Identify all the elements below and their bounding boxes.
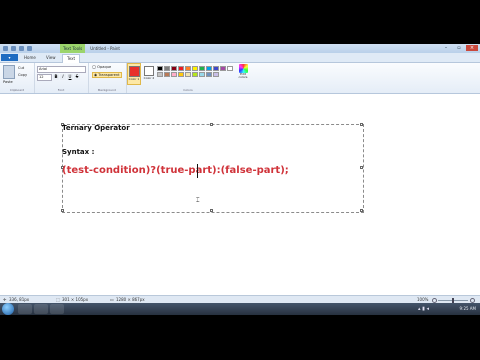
resize-handle[interactable] <box>360 123 363 126</box>
color2-button[interactable]: Color 2 <box>143 63 155 85</box>
tab-text[interactable]: Text <box>62 54 81 63</box>
palette-swatch[interactable] <box>164 72 170 77</box>
ibeam-cursor-icon: ⌶ <box>196 197 200 204</box>
palette-swatch[interactable] <box>171 72 177 77</box>
palette-swatch[interactable] <box>192 72 198 77</box>
color1-label: Color 1 <box>128 77 140 81</box>
font-family-select[interactable]: Arial <box>37 66 86 73</box>
taskbar: ▴ ▮ ◂ 9:25 AM <box>0 303 480 315</box>
palette-swatch[interactable] <box>206 66 212 71</box>
palette-swatch[interactable] <box>213 72 219 77</box>
clipboard-group-label: Clipboard <box>9 88 25 92</box>
paste-label[interactable]: Paste <box>3 80 13 84</box>
palette-swatch[interactable] <box>220 66 226 71</box>
font-style-buttons: B I U S <box>53 74 81 80</box>
code-text: (test-condition)?(true-part):(false-part… <box>62 165 289 176</box>
opaque-label: Opaque <box>97 65 112 69</box>
redo-icon[interactable] <box>27 46 32 51</box>
resize-handle[interactable] <box>360 209 363 212</box>
ribbon-tab-row: ▾ Home View Text <box>0 53 480 63</box>
media-player-taskbar-icon[interactable] <box>34 304 48 314</box>
file-menu-button[interactable]: ▾ <box>1 54 18 61</box>
explorer-taskbar-icon[interactable] <box>18 304 32 314</box>
resize-handle[interactable] <box>360 166 363 169</box>
cut-button[interactable]: Cut <box>18 66 24 70</box>
save-icon[interactable] <box>11 46 16 51</box>
palette-swatch[interactable] <box>157 72 163 77</box>
color1-swatch <box>128 66 140 77</box>
font-group-label: Font <box>57 88 65 92</box>
underline-icon[interactable]: U <box>67 74 73 80</box>
edit-colors-button[interactable]: Edit colors <box>236 63 250 85</box>
palette-swatch[interactable] <box>185 66 191 71</box>
clipboard-group: Paste Cut Copy Clipboard <box>0 63 35 93</box>
heading-text: Ternary Operator <box>62 124 130 132</box>
resize-handle[interactable] <box>61 209 64 212</box>
palette-swatch[interactable] <box>199 66 205 71</box>
colors-group-label: Colors <box>183 88 193 92</box>
palette-swatch[interactable] <box>199 72 205 77</box>
edit-colors-label: Edit colors <box>238 72 248 79</box>
text-tools-label: Text Tools <box>60 44 86 53</box>
transparent-label: Transparent <box>98 73 120 77</box>
color1-button[interactable]: Color 1 <box>127 63 141 85</box>
tab-home[interactable]: Home <box>20 54 40 62</box>
tab-view[interactable]: View <box>42 54 60 62</box>
title-bar: Text Tools Untitled - Paint – ▫ × <box>0 44 480 53</box>
window-title: Untitled - Paint <box>90 46 120 51</box>
text-cursor <box>197 164 198 178</box>
palette-swatch[interactable] <box>192 66 198 71</box>
italic-icon[interactable]: I <box>60 74 66 80</box>
ribbon: Paste Cut Copy Clipboard Arial 12 B I U … <box>0 63 480 94</box>
taskbar-clock: 9:25 AM <box>459 306 476 311</box>
copy-button[interactable]: Copy <box>18 73 27 77</box>
resize-handle[interactable] <box>210 123 213 126</box>
syntax-label: Syntax : <box>62 148 95 156</box>
bold-icon[interactable]: B <box>53 74 59 80</box>
tray-icons[interactable]: ▴ ▮ ◂ <box>418 306 429 312</box>
palette-swatch[interactable] <box>178 72 184 77</box>
strikethrough-icon[interactable]: S <box>74 74 80 80</box>
color2-label: Color 2 <box>143 76 155 80</box>
close-button[interactable]: × <box>466 45 478 51</box>
maximize-button[interactable]: ▫ <box>453 45 465 51</box>
palette-swatch[interactable] <box>227 66 233 71</box>
background-group: ◯ Opaque ◉ Transparent Background <box>88 63 127 93</box>
paint-taskbar-icon[interactable] <box>50 304 64 314</box>
start-button[interactable] <box>2 303 14 315</box>
title-tabs: Text Tools Untitled - Paint <box>60 44 123 53</box>
undo-icon[interactable] <box>19 46 24 51</box>
paint-window: Text Tools Untitled - Paint – ▫ × ▾ Home… <box>0 44 480 313</box>
resize-handle[interactable] <box>210 209 213 212</box>
paint-app-icon[interactable] <box>3 46 8 51</box>
font-size-select[interactable]: 12 <box>37 74 52 81</box>
background-group-label: Background <box>98 88 116 92</box>
palette-swatch[interactable] <box>213 66 219 71</box>
color2-swatch <box>144 66 154 76</box>
transparent-option[interactable]: ◉ Transparent <box>92 72 122 78</box>
colors-group: Color 1 Color 2 Edit colors Colors <box>126 63 250 93</box>
palette-swatch[interactable] <box>206 72 212 77</box>
palette-swatch[interactable] <box>157 66 163 71</box>
paste-icon[interactable] <box>3 65 15 79</box>
opaque-option[interactable]: ◯ Opaque <box>92 65 111 69</box>
minimize-button[interactable]: – <box>440 45 452 51</box>
font-group: Arial 12 B I U S Font <box>34 63 89 93</box>
palette-swatch[interactable] <box>171 66 177 71</box>
palette-swatch[interactable] <box>164 66 170 71</box>
palette-swatch[interactable] <box>185 72 191 77</box>
palette-swatch[interactable] <box>178 66 184 71</box>
color-palette <box>157 66 237 77</box>
